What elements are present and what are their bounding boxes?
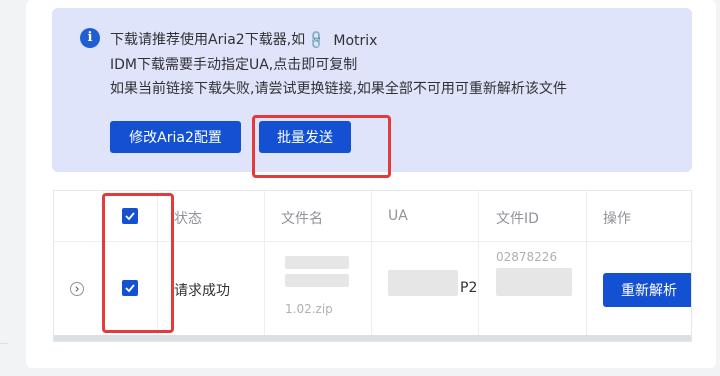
row-file-id: 02878226: [496, 250, 558, 264]
motrix-link[interactable]: 🔗 Motrix: [306, 29, 378, 51]
row-ua: P2: [460, 280, 478, 296]
header-ua: UA: [388, 208, 408, 224]
redacted-filename-line: [285, 274, 349, 287]
select-all-checkbox[interactable]: [122, 208, 138, 224]
redacted-filename-line: [285, 256, 349, 269]
info-icon: i: [80, 28, 100, 48]
link-icon: 🔗: [306, 29, 329, 52]
header-actions: 操作: [603, 211, 631, 227]
notice-line-idm[interactable]: IDM下载需要手动指定UA,点击即可复制: [110, 54, 357, 74]
notice-line-aria2-text: 下载请推荐使用Aria2下载器,如: [110, 32, 306, 48]
header-status: 状态: [174, 211, 202, 227]
reparse-button[interactable]: 重新解析: [603, 273, 691, 307]
edit-aria2-config-button[interactable]: 修改Aria2配置: [110, 121, 241, 153]
redacted-ua: [388, 270, 458, 296]
file-table: 状态 文件名 UA 文件ID 操作 请求成功 1.02.zip P2 02878…: [53, 190, 692, 342]
header-file-id: 文件ID: [496, 211, 539, 227]
header-filename: 文件名: [281, 211, 323, 227]
redacted-file-id: [496, 268, 572, 296]
expand-row-icon[interactable]: [70, 282, 84, 296]
notice-line-retry: 如果当前链接下载失败,请尝试更换链接,如果全部不可用可重新解析该文件: [110, 81, 567, 97]
row-status: 请求成功: [174, 283, 230, 299]
notice-line-aria2: 下载请推荐使用Aria2下载器,如 🔗 Motrix: [110, 29, 378, 51]
divider: [0, 343, 8, 344]
batch-send-button[interactable]: 批量发送: [259, 121, 351, 153]
table-row: 请求成功 1.02.zip P2 02878226 重新解析: [54, 242, 691, 336]
table-header: 状态 文件名 UA 文件ID 操作: [54, 191, 691, 242]
row-filename: 1.02.zip: [285, 302, 333, 316]
row-checkbox[interactable]: [122, 280, 138, 296]
horizontal-scrollbar[interactable]: [54, 335, 691, 341]
motrix-link-label: Motrix: [333, 32, 378, 49]
